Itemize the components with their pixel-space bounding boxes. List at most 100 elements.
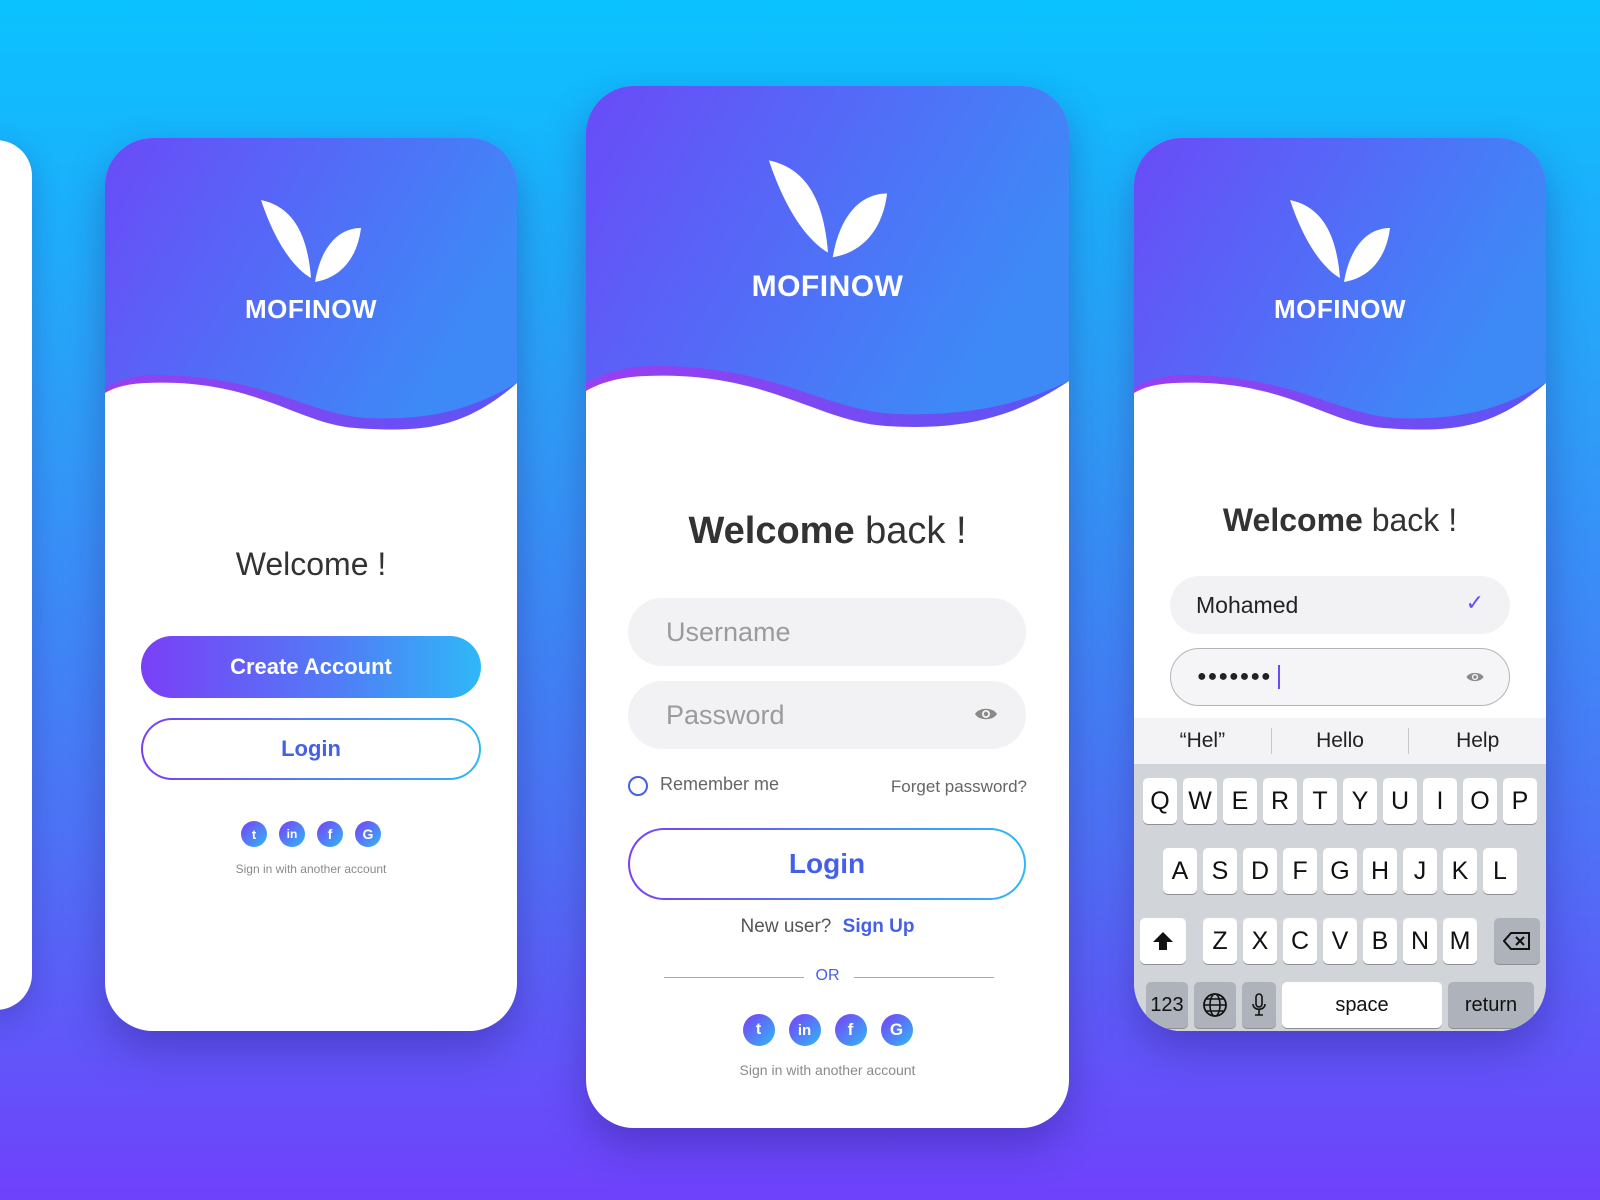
key-z[interactable]: Z xyxy=(1203,918,1237,964)
key-k[interactable]: K xyxy=(1443,848,1477,894)
key-y[interactable]: Y xyxy=(1343,778,1377,824)
login-button[interactable]: Login xyxy=(141,718,481,780)
key-o[interactable]: O xyxy=(1463,778,1497,824)
phone-typing: MOFINOW Welcome back ! Mohamed ✓ ●●●●●●●… xyxy=(1134,138,1546,1031)
google-icon[interactable]: G xyxy=(355,821,381,847)
username-field[interactable]: Mohamed ✓ xyxy=(1170,576,1510,634)
key-i[interactable]: I xyxy=(1423,778,1457,824)
shift-icon xyxy=(1153,932,1173,950)
brand-name: MOFINOW xyxy=(244,294,378,324)
welcome-back-title: Welcome back ! xyxy=(586,510,1069,553)
suggestion-1[interactable]: “Hel” xyxy=(1134,718,1271,764)
google-icon[interactable]: G xyxy=(880,1014,913,1046)
signup-prompt: New user? Sign Up xyxy=(586,916,1069,938)
facebook-icon[interactable]: f xyxy=(834,1014,867,1046)
key-h[interactable]: H xyxy=(1363,848,1397,894)
username-value: Mohamed xyxy=(1196,591,1299,618)
key-a[interactable]: A xyxy=(1163,848,1197,894)
facebook-icon[interactable]: f xyxy=(317,821,343,847)
logo-mark-icon xyxy=(1290,200,1390,282)
phone-login: MOFINOW Welcome back ! Username Password… xyxy=(586,86,1069,1128)
key-row-4: 123 space return xyxy=(1134,982,1546,1028)
key-g[interactable]: G xyxy=(1323,848,1357,894)
title-rest: back ! xyxy=(1362,502,1458,538)
social-buttons: t in f G xyxy=(105,821,517,847)
welcome-title: Welcome ! xyxy=(235,546,387,582)
password-value: ●●●●●●● xyxy=(1197,668,1272,685)
suggestion-3[interactable]: Help xyxy=(1409,718,1546,764)
return-key[interactable]: return xyxy=(1448,982,1534,1028)
microphone-icon xyxy=(1252,993,1266,1016)
new-user-text: New user? xyxy=(740,916,832,937)
password-field[interactable]: Password xyxy=(628,681,1026,749)
logo: MOFINOW xyxy=(1134,198,1546,325)
logo-mark-icon xyxy=(768,160,887,258)
phone-welcome: MOFINOW Welcome ! Create Account Login t… xyxy=(105,138,517,1031)
suggestion-2[interactable]: Hello xyxy=(1272,718,1409,764)
twitter-icon[interactable]: t xyxy=(241,821,267,847)
key-x[interactable]: X xyxy=(1243,918,1277,964)
key-m[interactable]: M xyxy=(1443,918,1477,964)
welcome-back-title: Welcome back ! xyxy=(1134,502,1546,539)
brand-name: MOFINOW xyxy=(751,270,904,303)
username-field[interactable]: Username xyxy=(628,598,1026,666)
remember-me-radio[interactable] xyxy=(628,776,648,796)
or-divider-right xyxy=(854,977,994,978)
remember-me-label[interactable]: Remember me xyxy=(660,774,779,795)
shift-key[interactable] xyxy=(1140,918,1186,964)
key-w[interactable]: W xyxy=(1183,778,1217,824)
key-q[interactable]: Q xyxy=(1143,778,1177,824)
create-account-button[interactable]: Create Account xyxy=(141,636,481,698)
login-button[interactable]: Login xyxy=(628,828,1026,900)
suggestion-bar: “Hel” Hello Help xyxy=(1134,718,1546,764)
delete-key[interactable] xyxy=(1494,918,1540,964)
social-caption: Sign in with another account xyxy=(739,1062,916,1078)
dictation-key[interactable] xyxy=(1242,982,1276,1028)
key-v[interactable]: V xyxy=(1323,918,1357,964)
key-p[interactable]: P xyxy=(1503,778,1537,824)
key-n[interactable]: N xyxy=(1403,918,1437,964)
key-t[interactable]: T xyxy=(1303,778,1337,824)
password-placeholder: Password xyxy=(666,699,785,730)
key-r[interactable]: R xyxy=(1263,778,1297,824)
globe-icon xyxy=(1203,993,1227,1017)
brand-name: MOFINOW xyxy=(1273,294,1407,324)
forgot-password-link[interactable]: Forget password? xyxy=(891,777,1027,797)
partial-phone-left xyxy=(0,140,32,1010)
numbers-key[interactable]: 123 xyxy=(1146,982,1188,1028)
space-key[interactable]: space xyxy=(1282,982,1442,1028)
key-b[interactable]: B xyxy=(1363,918,1397,964)
key-c[interactable]: C xyxy=(1283,918,1317,964)
key-row-3: Z X C V B N M xyxy=(1134,918,1546,964)
sign-up-link[interactable]: Sign Up xyxy=(843,916,915,937)
key-l[interactable]: L xyxy=(1483,848,1517,894)
title-bold: Welcome xyxy=(1222,502,1363,538)
twitter-icon[interactable]: t xyxy=(742,1014,775,1046)
key-d[interactable]: D xyxy=(1243,848,1277,894)
key-u[interactable]: U xyxy=(1383,778,1417,824)
logo: MOFINOW xyxy=(586,158,1069,304)
or-label: OR xyxy=(815,967,840,984)
check-icon: ✓ xyxy=(1465,590,1484,615)
title-bold: Welcome xyxy=(688,510,855,552)
key-f[interactable]: F xyxy=(1283,848,1317,894)
linkedin-icon[interactable]: in xyxy=(279,821,305,847)
title-rest: back ! xyxy=(854,510,967,552)
key-row-2: A S D F G H J K L xyxy=(1134,848,1546,894)
backspace-icon xyxy=(1503,932,1530,950)
key-s[interactable]: S xyxy=(1203,848,1237,894)
keyboard: “Hel” Hello Help Q W E R T Y U I O P A S… xyxy=(1134,718,1546,1031)
logo-mark-icon xyxy=(261,200,361,282)
eye-icon[interactable] xyxy=(974,705,998,723)
globe-key[interactable] xyxy=(1194,982,1236,1028)
eye-icon[interactable] xyxy=(1465,670,1485,684)
linkedin-icon[interactable]: in xyxy=(788,1014,821,1046)
key-j[interactable]: J xyxy=(1403,848,1437,894)
key-e[interactable]: E xyxy=(1223,778,1257,824)
social-buttons: t in f G xyxy=(586,1014,1069,1046)
logo: MOFINOW xyxy=(105,198,517,325)
key-row-1: Q W E R T Y U I O P xyxy=(1134,778,1546,824)
text-cursor xyxy=(1277,665,1280,689)
social-caption: Sign in with another account xyxy=(235,862,387,876)
password-field[interactable]: ●●●●●●● xyxy=(1170,648,1510,706)
